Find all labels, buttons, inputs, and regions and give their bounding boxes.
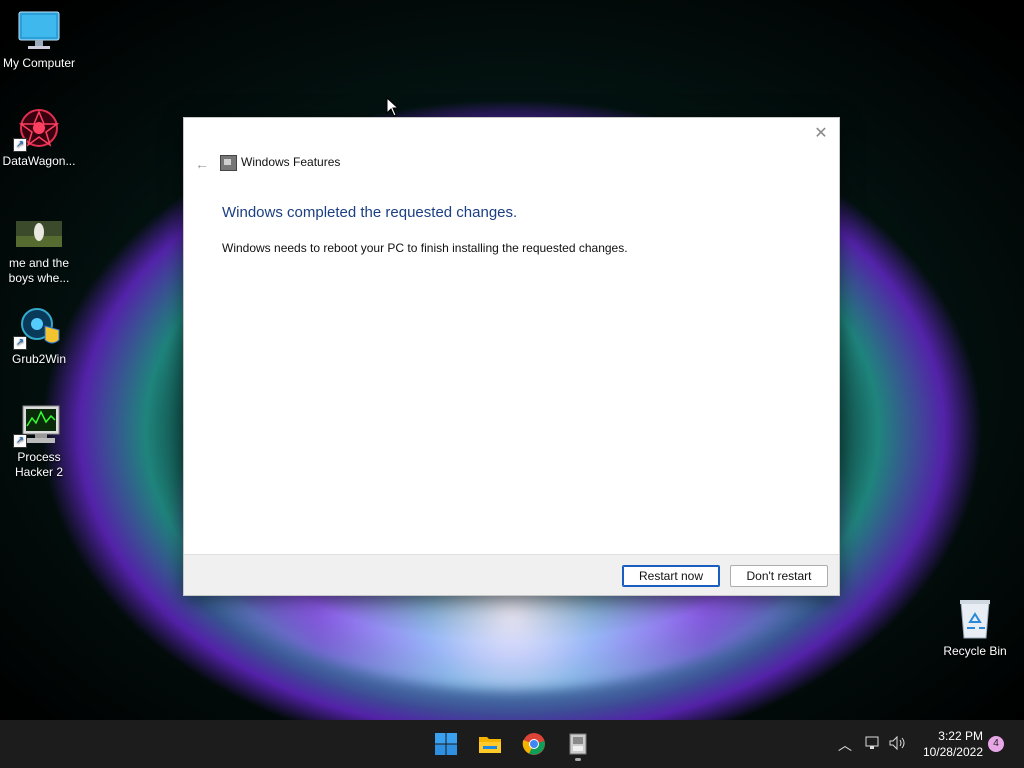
windows-features-dialog: ✕ ← Windows Features Windows completed t…	[183, 117, 840, 596]
dialog-title: Windows Features	[241, 155, 341, 169]
windows-features-icon	[220, 155, 237, 171]
mouse-pointer-icon	[386, 96, 400, 117]
chrome-icon[interactable]	[522, 732, 546, 756]
monitor-icon	[15, 10, 63, 52]
dialog-footer: Restart now Don't restart	[184, 554, 839, 595]
datawagon-icon: ↗	[13, 108, 63, 152]
desktop-icon-label: Grub2Win	[11, 352, 67, 366]
desktop-icon-label: My Computer	[2, 56, 76, 70]
shortcut-arrow-icon: ↗	[13, 138, 27, 152]
taskbar-clock[interactable]: 3:22 PM 10/28/2022	[917, 728, 983, 760]
grub2win-icon: ↗	[13, 306, 63, 350]
volume-icon[interactable]	[888, 735, 906, 754]
desktop-icon-label: Process Hacker 2	[14, 450, 64, 479]
desktop-icon-process-hacker[interactable]: ↗ Process Hacker 2	[0, 404, 78, 480]
desktop-icon-label: me and the boys whe...	[8, 256, 70, 285]
desktop-icon-datawagon[interactable]: ↗ DataWagon...	[0, 108, 78, 169]
restart-now-button[interactable]: Restart now	[622, 565, 720, 587]
start-icon[interactable]	[434, 732, 458, 756]
desktop-icon-label: Recycle Bin	[943, 644, 1007, 658]
desktop-icon-label: DataWagon...	[2, 154, 76, 168]
close-icon[interactable]: ✕	[811, 124, 831, 144]
chevron-up-icon[interactable]: ︿	[838, 735, 852, 755]
network-icon[interactable]	[864, 735, 880, 754]
file-explorer-icon[interactable]	[478, 732, 502, 756]
recycle-bin-icon	[951, 598, 999, 640]
desktop-icon-image-file[interactable]: me and the boys whe...	[0, 220, 78, 286]
windows-features-taskbar-icon[interactable]	[566, 732, 590, 761]
desktop-icon-my-computer[interactable]: My Computer	[0, 10, 78, 71]
dialog-message: Windows needs to reboot your PC to finis…	[222, 241, 628, 255]
dialog-heading: Windows completed the requested changes.	[222, 204, 518, 221]
shortcut-arrow-icon: ↗	[13, 434, 27, 448]
dont-restart-button[interactable]: Don't restart	[730, 565, 828, 587]
taskbar: ︿ 3:22 PM 10/28/2022 4	[0, 720, 1024, 768]
image-thumbnail-icon	[15, 220, 63, 252]
process-hacker-icon: ↗	[13, 404, 63, 448]
desktop-icon-recycle-bin[interactable]: Recycle Bin	[936, 598, 1014, 659]
notification-badge[interactable]: 4	[988, 736, 1004, 752]
desktop-icon-grub2win[interactable]: ↗ Grub2Win	[0, 306, 78, 367]
clock-time: 3:22 PM	[938, 729, 983, 743]
shortcut-arrow-icon: ↗	[13, 336, 27, 350]
back-arrow-icon[interactable]: ←	[192, 154, 212, 174]
running-indicator	[575, 758, 581, 761]
clock-date: 10/28/2022	[922, 745, 983, 759]
